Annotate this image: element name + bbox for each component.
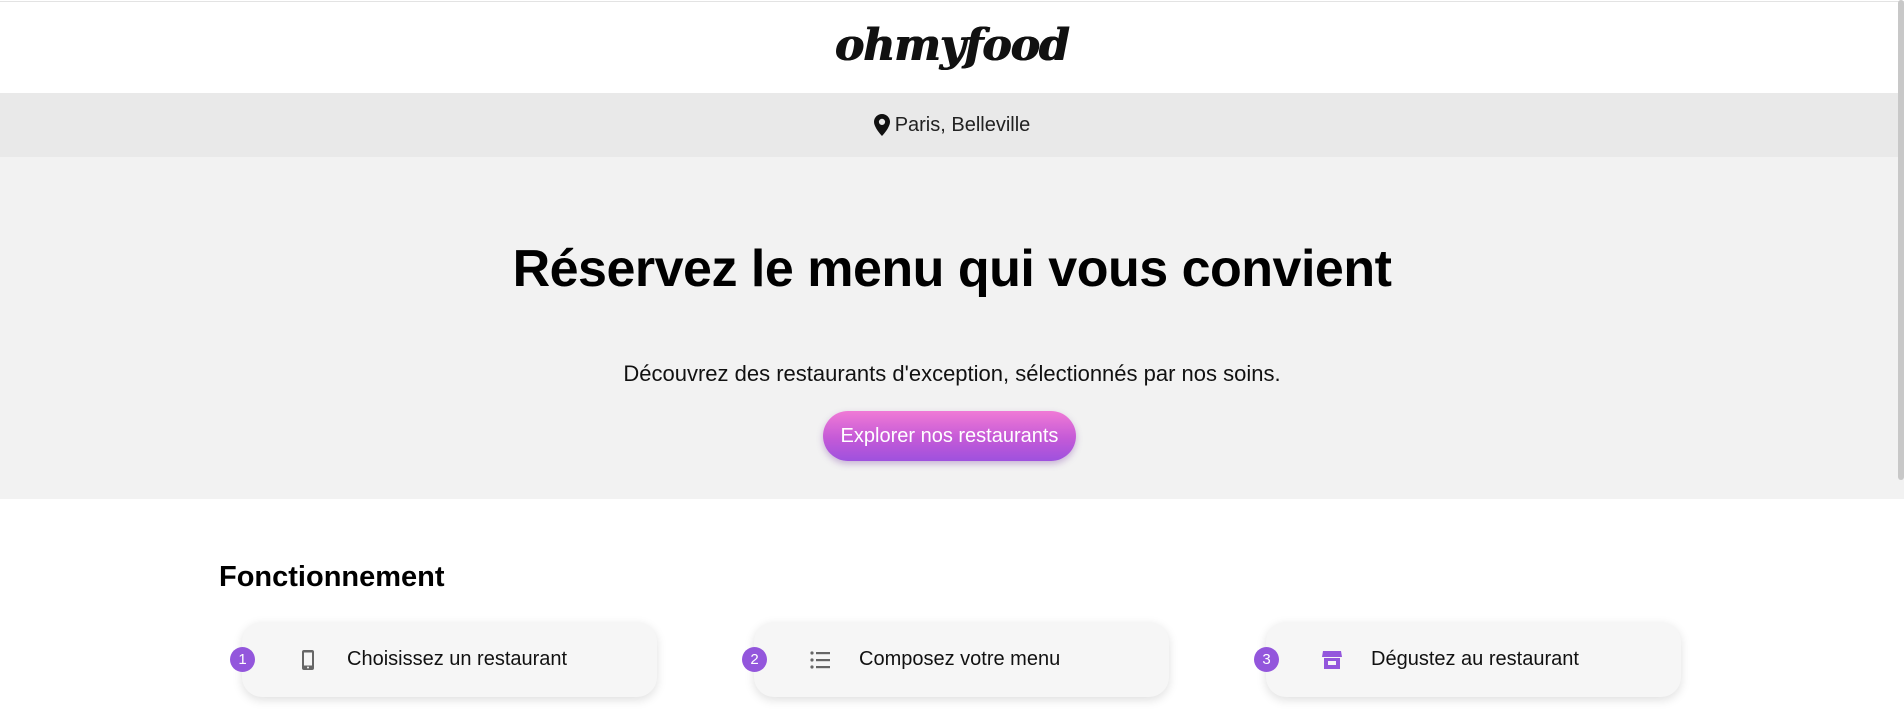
list-icon (810, 651, 830, 669)
location-text: Paris, Belleville (894, 113, 1031, 136)
explore-restaurants-button[interactable]: Explorer nos restaurants (823, 411, 1076, 461)
step-number-badge: 2 (742, 647, 767, 672)
page-scrollbar[interactable] (1898, 0, 1904, 480)
step-card-1: 1 Choisissez un restaurant (230, 622, 657, 697)
phone-icon (302, 650, 314, 670)
step-card-2: 2 Composez votre menu (742, 622, 1169, 697)
site-header: ohmyfood (0, 1, 1904, 93)
hero-title: Réservez le menu qui vous convient (512, 240, 1392, 298)
map-pin-icon (873, 114, 890, 136)
step-label: Composez votre menu (859, 648, 1061, 670)
step-label: Choisissez un restaurant (347, 648, 568, 670)
store-icon (1322, 651, 1342, 669)
how-it-works-title: Fonctionnement (219, 561, 445, 593)
step-label: Dégustez au restaurant (1371, 648, 1579, 670)
step-number-badge: 3 (1254, 647, 1279, 672)
step-number-badge: 1 (230, 647, 255, 672)
logo[interactable]: ohmyfood (835, 20, 1070, 71)
hero-section: Réservez le menu qui vous convient Décou… (0, 157, 1904, 499)
step-card-3: 3 Dégustez au restaurant (1254, 622, 1681, 697)
hero-subtitle: Découvrez des restaurants d'exception, s… (623, 361, 1281, 386)
location-bar: Paris, Belleville (0, 93, 1904, 157)
